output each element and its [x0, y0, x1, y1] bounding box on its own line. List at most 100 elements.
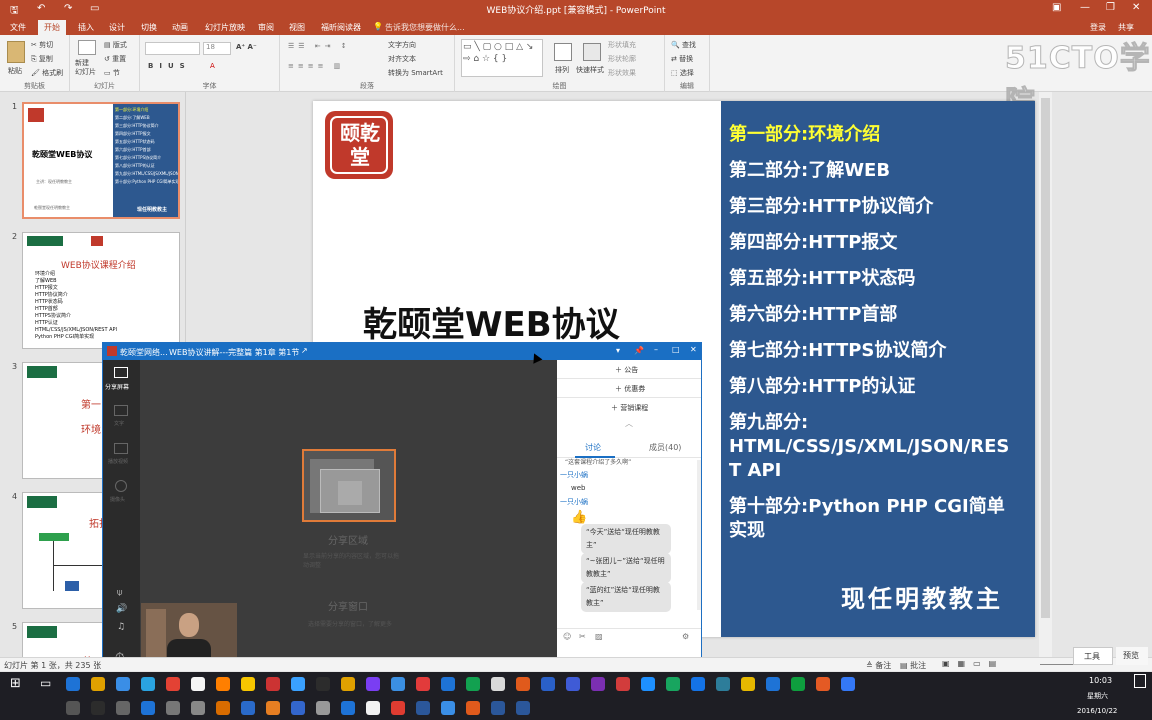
section-button[interactable]: ▭ 节	[104, 68, 120, 78]
preview-button[interactable]: 预览	[1116, 647, 1148, 665]
taskbar-app-icon[interactable]	[716, 677, 730, 691]
taskbar-app-icon[interactable]	[241, 677, 255, 691]
thumbnail-slide-2[interactable]: WEB协议课程介绍 环境介绍 了解WEB HTTP报文 HTTP协议简介 HTTP状态码…	[22, 232, 180, 349]
vertical-scrollbar[interactable]	[1039, 92, 1052, 657]
taskbar-app-icon[interactable]	[341, 701, 355, 715]
tab-view[interactable]: 视图	[289, 22, 305, 33]
tell-me-box[interactable]: 告诉我您想要做什么...	[385, 22, 465, 33]
taskbar-app-icon[interactable]	[216, 677, 230, 691]
cut-button[interactable]: ✂ 剪切	[31, 40, 53, 50]
taskbar-app-icon[interactable]	[491, 677, 505, 691]
tab-design[interactable]: 设计	[109, 22, 125, 33]
play-video-icon[interactable]	[114, 443, 128, 454]
camera-button[interactable]: 摄像头	[110, 496, 125, 503]
taskbar-app-icon[interactable]	[816, 677, 830, 691]
taskbar-app-icon[interactable]	[841, 677, 855, 691]
format-painter-button[interactable]: 🖌 格式刷	[31, 68, 63, 78]
taskbar-app-icon[interactable]	[416, 701, 430, 715]
taskbar-app-icon[interactable]	[91, 677, 105, 691]
taskbar-app-icon[interactable]	[366, 677, 380, 691]
music-icon[interactable]: ♫	[117, 622, 125, 632]
taskbar-app-icon[interactable]	[516, 677, 530, 691]
collapse-icon[interactable]: ︿	[625, 418, 633, 429]
share-screen-icon[interactable]	[114, 367, 128, 378]
taskbar-app-icon[interactable]	[666, 677, 680, 691]
taskbar-app-icon[interactable]	[366, 701, 380, 715]
thumbnail-slide-1[interactable]: 乾颐堂WEB协议 主讲：现任明教教主 乾颐堂现任明教教主 第一部分:环境介绍 第二…	[22, 102, 180, 219]
share-button[interactable]: 共享	[1118, 22, 1134, 33]
taskbar-app-icon[interactable]	[441, 677, 455, 691]
taskbar-app-icon[interactable]	[316, 701, 330, 715]
start-icon[interactable]: ⊞	[10, 676, 21, 691]
tab-file[interactable]: 文件	[10, 22, 26, 33]
quick-styles-button[interactable]: 快速样式	[576, 65, 604, 75]
font-style-buttons[interactable]: BIUS	[148, 62, 191, 70]
taskbar-app-icon[interactable]	[616, 677, 630, 691]
taskbar-app-icon[interactable]	[791, 677, 805, 691]
text-icon[interactable]	[114, 405, 128, 416]
shape-fill-button[interactable]: 形状填充	[608, 40, 636, 50]
taskbar-app-icon[interactable]	[566, 677, 580, 691]
list-icons[interactable]: ☰☰ ⇤⇥ ↕	[288, 42, 351, 50]
taskbar-app-icon[interactable]	[141, 701, 155, 715]
notification-icon[interactable]	[1134, 674, 1146, 688]
external-link-icon[interactable]: ↗	[301, 346, 308, 355]
coupon-link[interactable]: ＋ 优惠券	[615, 384, 645, 394]
taskbar-app-icon[interactable]	[691, 677, 705, 691]
classroom-title-bar[interactable]: 乾颐堂网络... WEB协议讲解---完整篇 第1章 第1节 ↗ ▾ 📌 – □…	[103, 343, 701, 360]
share-window-label[interactable]: 分享窗口	[328, 598, 368, 613]
taskbar-app-icon[interactable]	[291, 701, 305, 715]
taskbar-app-icon[interactable]	[116, 701, 130, 715]
shapes-gallery[interactable]: ▭ ╲ ▢ ○ □ △ ↘ ⇨ ⌂ ☆ { }	[461, 39, 543, 77]
marketing-link[interactable]: ＋ 营销课程	[611, 403, 648, 413]
taskbar-app-icon[interactable]	[466, 677, 480, 691]
chat-scrollbar[interactable]	[697, 460, 701, 610]
text-direction-button[interactable]: 文字方向	[388, 40, 416, 50]
tab-foxit[interactable]: 福昕阅读器	[321, 22, 361, 33]
quick-styles-icon[interactable]	[583, 43, 601, 61]
maximize-icon[interactable]: □	[672, 345, 680, 354]
taskbar-app-icon[interactable]	[66, 677, 80, 691]
taskbar-app-icon[interactable]	[266, 701, 280, 715]
shape-outline-button[interactable]: 形状轮廓	[608, 54, 636, 64]
tab-home[interactable]: 开始	[38, 20, 66, 35]
share-region-frame[interactable]	[302, 449, 396, 522]
menu-dropdown-icon[interactable]: ▾	[616, 346, 620, 355]
tab-slideshow[interactable]: 幻灯片放映	[205, 22, 245, 33]
taskbar-app-icon[interactable]	[191, 677, 205, 691]
shape-effects-button[interactable]: 形状效果	[608, 68, 636, 78]
taskbar-app-icon[interactable]	[66, 701, 80, 715]
arrange-button[interactable]: 排列	[555, 65, 569, 75]
play-video-button[interactable]: 播放视频	[108, 458, 128, 465]
paste-icon[interactable]	[7, 41, 25, 63]
new-slide-icon[interactable]	[78, 40, 96, 55]
settings-icon[interactable]: ⚙	[682, 632, 689, 641]
taskbar-app-icon[interactable]	[141, 677, 155, 691]
font-name-input[interactable]	[145, 42, 200, 55]
text-button[interactable]: 文字	[114, 420, 124, 427]
tab-animations[interactable]: 动画	[172, 22, 188, 33]
align-text-button[interactable]: 对齐文本	[388, 54, 416, 64]
tab-review[interactable]: 审阅	[258, 22, 274, 33]
tab-members[interactable]: 成员(40)	[649, 442, 681, 453]
clock-time[interactable]: 10:03	[1089, 676, 1112, 685]
taskbar-app-icon[interactable]	[641, 677, 655, 691]
taskbar-app-icon[interactable]	[291, 677, 305, 691]
emoji-icon[interactable]: ☺	[563, 632, 571, 641]
layout-button[interactable]: ▤ 版式	[104, 40, 127, 50]
smartart-button[interactable]: 转换为 SmartArt	[388, 68, 443, 78]
microphone-icon[interactable]: ⍦	[117, 588, 122, 598]
scissors-icon[interactable]: ✂	[579, 632, 586, 641]
camera-icon[interactable]	[115, 480, 127, 492]
font-grow-icon[interactable]: A⁺ A⁻	[236, 43, 257, 51]
pin-icon[interactable]: 📌	[634, 346, 644, 355]
taskbar-app-icon[interactable]	[316, 677, 330, 691]
close-icon[interactable]: ✕	[1132, 2, 1140, 13]
taskbar-app-icon[interactable]	[391, 701, 405, 715]
signin-link[interactable]: 登录	[1090, 22, 1106, 33]
paste-button[interactable]: 粘贴	[8, 66, 22, 76]
taskbar-app-icon[interactable]	[466, 701, 480, 715]
taskbar-app-icon[interactable]	[441, 701, 455, 715]
taskbar-app-icon[interactable]	[266, 677, 280, 691]
tab-transitions[interactable]: 切换	[141, 22, 157, 33]
